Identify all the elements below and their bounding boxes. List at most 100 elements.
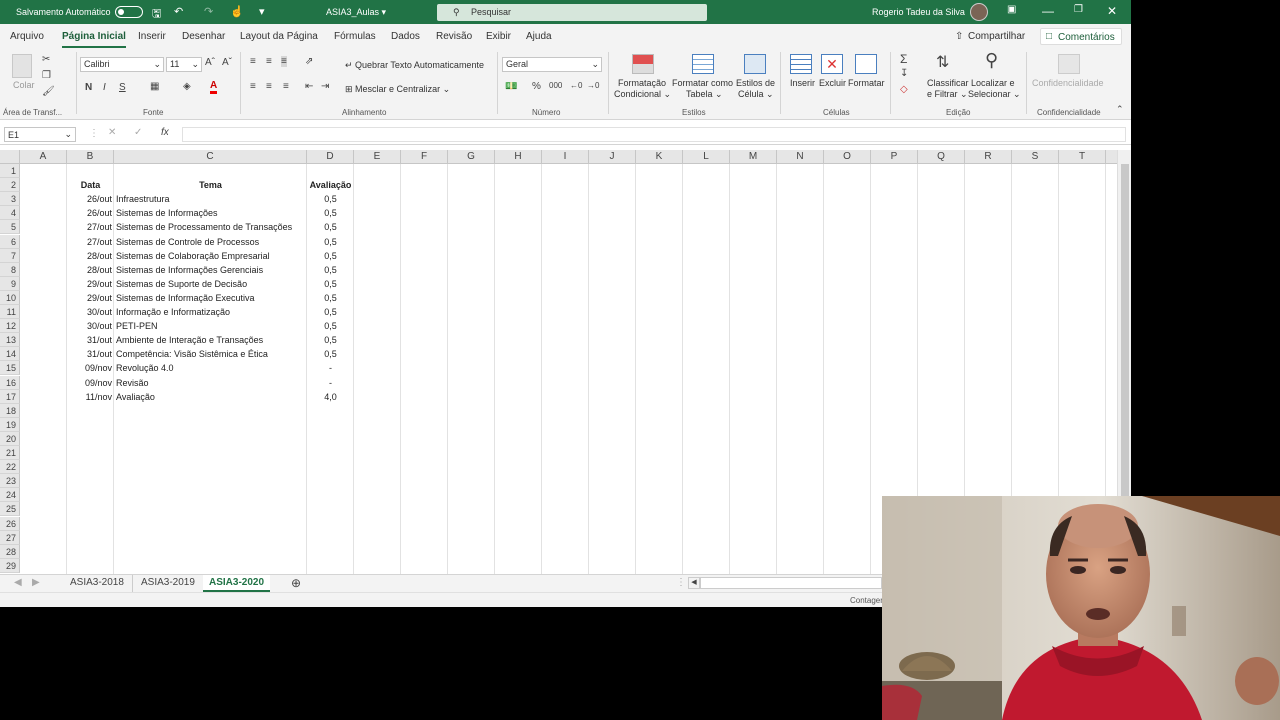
column-header[interactable]: C: [114, 150, 307, 164]
redo-icon[interactable]: ↷: [204, 5, 213, 18]
orientation-icon[interactable]: ⇗: [305, 56, 313, 67]
conditional-format-sub[interactable]: Condicional ⌄: [614, 89, 671, 100]
cell-topic[interactable]: Informação e Informatização: [116, 305, 307, 319]
bold-button[interactable]: N: [85, 82, 92, 93]
cell-grade[interactable]: -: [307, 361, 354, 375]
format-cells-button[interactable]: Formatar: [848, 78, 885, 88]
align-right-icon[interactable]: ≡: [283, 81, 289, 92]
cell-topic[interactable]: Sistemas de Informações Gerenciais: [116, 263, 307, 277]
cell-grade[interactable]: 0,5: [307, 333, 354, 347]
cell-date[interactable]: 27/out: [67, 235, 112, 249]
row-header[interactable]: 2: [0, 178, 20, 193]
cell-topic[interactable]: Competência: Visão Sistêmica e Ética: [116, 347, 307, 361]
italic-button[interactable]: I: [103, 82, 106, 93]
insert-cells-icon[interactable]: [790, 54, 812, 74]
next-sheet-icon[interactable]: ▶: [32, 575, 40, 592]
fill-color-icon[interactable]: ◈: [183, 81, 191, 92]
find-select-button[interactable]: Localizar e: [971, 78, 1015, 88]
header-tema[interactable]: Tema: [114, 178, 307, 192]
cut-icon[interactable]: ✂: [42, 54, 50, 65]
cell-topic[interactable]: Infraestrutura: [116, 192, 307, 206]
column-header[interactable]: D: [307, 150, 354, 164]
format-table-button[interactable]: Formatar como: [672, 78, 733, 88]
cell-date[interactable]: 29/out: [67, 277, 112, 291]
header-avaliacao[interactable]: Avaliação: [307, 178, 354, 192]
row-header[interactable]: 16: [0, 375, 20, 390]
column-header[interactable]: U: [1106, 150, 1117, 164]
row-header[interactable]: 26: [0, 516, 20, 531]
row-header[interactable]: 27: [0, 530, 20, 545]
currency-icon[interactable]: 💵: [505, 81, 517, 92]
file-name[interactable]: ASIA3_Aulas ▾: [326, 7, 386, 18]
row-header[interactable]: 21: [0, 446, 20, 460]
tab-dados[interactable]: Dados: [391, 31, 420, 42]
tab-arquivo[interactable]: Arquivo: [10, 31, 44, 42]
avatar[interactable]: [970, 3, 988, 21]
cell-styles-icon[interactable]: [744, 54, 766, 74]
column-header[interactable]: K: [636, 150, 683, 164]
cell-topic[interactable]: Ambiente de Interação e Transações: [116, 333, 307, 347]
cell-topic[interactable]: PETI-PEN: [116, 319, 307, 333]
column-header[interactable]: M: [730, 150, 777, 164]
row-header[interactable]: 20: [0, 431, 20, 446]
row-header[interactable]: 9: [0, 276, 20, 291]
cell-date[interactable]: 27/out: [67, 220, 112, 234]
tab-pagina-inicial[interactable]: Página Inicial: [62, 31, 126, 48]
cell-grade[interactable]: -: [307, 376, 354, 390]
cell-date[interactable]: 26/out: [67, 192, 112, 206]
conditional-format-icon[interactable]: [632, 54, 654, 74]
font-color-icon[interactable]: A: [210, 81, 218, 94]
row-header[interactable]: 14: [0, 347, 20, 362]
restore-icon[interactable]: ❐: [1074, 4, 1083, 15]
autosum-icon[interactable]: Σ: [900, 52, 907, 66]
increase-font-icon[interactable]: Aˆ: [205, 57, 215, 68]
row-header[interactable]: 25: [0, 502, 20, 517]
tab-revisao[interactable]: Revisão: [436, 31, 472, 42]
formula-input[interactable]: [182, 127, 1126, 142]
cell-styles-button[interactable]: Estilos de: [736, 78, 775, 88]
cell-grade[interactable]: 0,5: [307, 249, 354, 263]
tab-desenhar[interactable]: Desenhar: [182, 31, 225, 42]
cell-grade[interactable]: 4,0: [307, 390, 354, 404]
insert-cells-button[interactable]: Inserir: [790, 78, 815, 88]
cell-topic[interactable]: Avaliação: [116, 390, 307, 404]
column-header[interactable]: P: [871, 150, 918, 164]
decrease-font-icon[interactable]: Aˇ: [222, 57, 232, 68]
wrap-text-button[interactable]: ↵ Quebrar Texto Automaticamente: [345, 60, 484, 71]
row-header[interactable]: 15: [0, 361, 20, 376]
enter-icon[interactable]: ✓: [134, 127, 142, 138]
find-select-sub[interactable]: Selecionar ⌄: [968, 89, 1021, 100]
column-header[interactable]: R: [965, 150, 1012, 164]
row-header[interactable]: 18: [0, 403, 20, 418]
clear-icon[interactable]: ◇: [900, 84, 908, 95]
column-header[interactable]: I: [542, 150, 589, 164]
row-header[interactable]: 6: [0, 234, 20, 249]
cell-grade[interactable]: 0,5: [307, 347, 354, 361]
cell-date[interactable]: 28/out: [67, 249, 112, 263]
format-painter-icon[interactable]: 🖌: [42, 86, 55, 97]
row-header[interactable]: 17: [0, 389, 20, 404]
name-box[interactable]: E1 ⌄: [4, 127, 76, 142]
save-icon[interactable]: 🖫: [152, 5, 161, 24]
row-header[interactable]: 19: [0, 417, 20, 432]
cell-date[interactable]: 31/out: [67, 347, 112, 361]
find-icon[interactable]: ⚲: [985, 50, 998, 71]
cell-date[interactable]: 31/out: [67, 333, 112, 347]
sort-filter-button[interactable]: Classificar: [927, 78, 969, 88]
undo-icon[interactable]: ↶: [174, 5, 183, 18]
format-table-icon[interactable]: [692, 54, 714, 74]
cancel-icon[interactable]: ✕: [108, 127, 116, 138]
tab-formulas[interactable]: Fórmulas: [334, 31, 376, 42]
column-header[interactable]: N: [777, 150, 824, 164]
comments-button[interactable]: □ Comentários: [1040, 28, 1122, 45]
row-header[interactable]: 23: [0, 474, 20, 489]
cell-date[interactable]: 28/out: [67, 263, 112, 277]
row-header[interactable]: 12: [0, 319, 20, 334]
row-header[interactable]: 11: [0, 305, 20, 319]
cell-date[interactable]: 09/nov: [67, 376, 112, 390]
format-cells-icon[interactable]: [855, 54, 877, 74]
column-header[interactable]: A: [20, 150, 67, 164]
minimize-icon[interactable]: —: [1042, 4, 1054, 18]
column-header[interactable]: O: [824, 150, 871, 164]
new-sheet-icon[interactable]: ⊕: [291, 575, 301, 592]
